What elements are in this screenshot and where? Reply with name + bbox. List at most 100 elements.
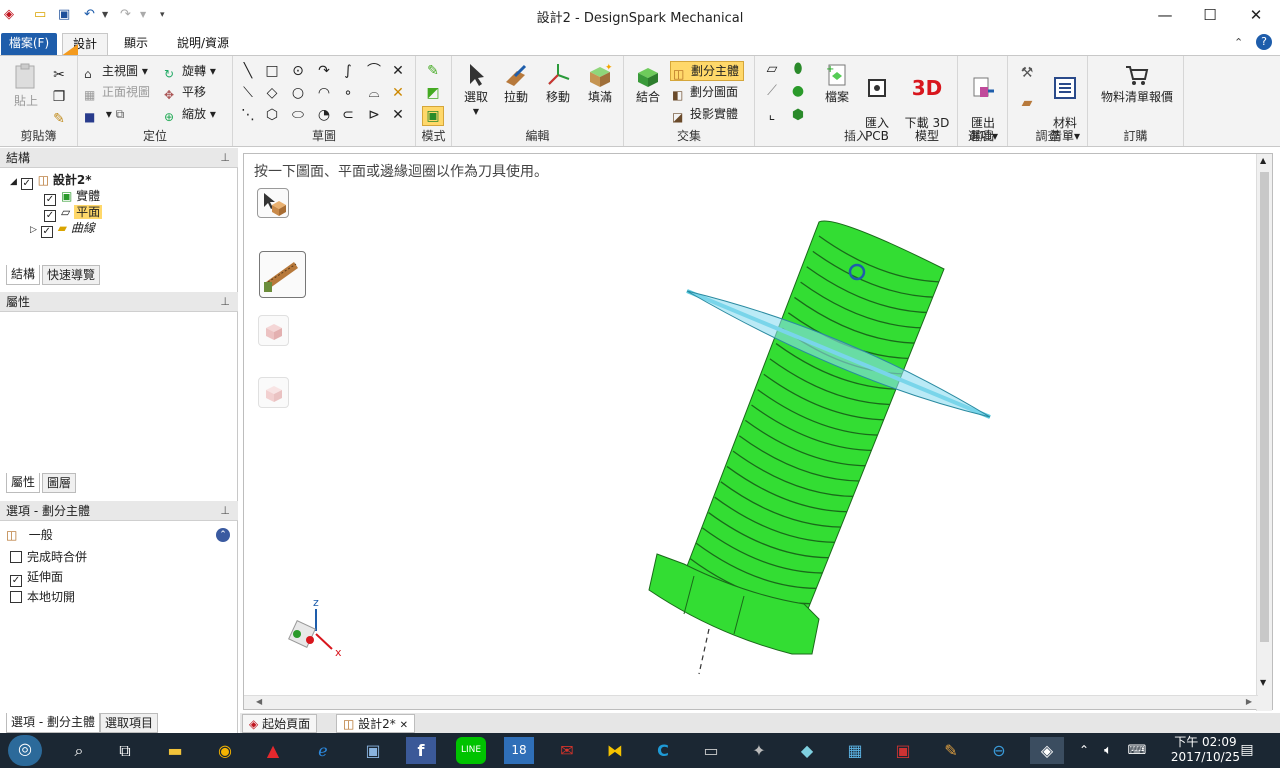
ie-icon[interactable]: ℯ bbox=[308, 737, 338, 764]
fillet-icon[interactable]: ◔ bbox=[315, 106, 333, 124]
cut-icon[interactable]: ✂ bbox=[50, 66, 68, 84]
three-point-circle-icon[interactable]: ○ bbox=[289, 84, 307, 102]
measure-icon[interactable]: ⚒ bbox=[1016, 64, 1038, 82]
polygon-tool-icon[interactable]: ⬡ bbox=[263, 106, 281, 124]
sketch-mode-icon[interactable]: ✎ bbox=[424, 62, 442, 80]
scroll-down-icon[interactable]: ▼ bbox=[1260, 678, 1266, 687]
collapse-icon[interactable]: ◢ bbox=[10, 177, 17, 187]
mass-icon[interactable]: ▰ bbox=[1016, 94, 1038, 112]
rotate-button[interactable]: ↻ 旋轉 ▾ bbox=[164, 62, 216, 81]
keyboard-icon[interactable]: ⌨ bbox=[1124, 737, 1150, 764]
select-button[interactable]: 選取 ▼ bbox=[458, 62, 494, 118]
merge-option[interactable]: 完成時合併 bbox=[10, 549, 87, 565]
spline-tool-icon[interactable]: ∫ bbox=[339, 62, 357, 80]
expand-icon[interactable]: ▷ bbox=[30, 225, 37, 235]
collapse-ribbon-icon[interactable]: ⌃ bbox=[1234, 36, 1243, 49]
puzzle-app-icon[interactable]: ✦ bbox=[744, 737, 774, 764]
tab-quick-nav[interactable]: 快速導覽 bbox=[42, 265, 101, 285]
clock[interactable]: 下午 02:09 2017/10/25 bbox=[1171, 735, 1240, 765]
pan-button[interactable]: ✥ 平移 bbox=[164, 83, 206, 102]
ellipse-tool-icon[interactable]: ⬭ bbox=[289, 106, 307, 124]
paste-button[interactable]: 貼上 bbox=[8, 62, 44, 108]
tab-start-page[interactable]: ◈ 起始頁面 bbox=[242, 714, 318, 733]
network-app-icon[interactable]: ▦ bbox=[840, 737, 870, 764]
split-body-button[interactable]: ◫ 劃分主體 bbox=[670, 61, 745, 81]
bom-quote-button[interactable]: 物料清單報價 bbox=[1092, 62, 1182, 104]
line-app-icon[interactable]: LINE bbox=[456, 737, 486, 764]
extend-icon[interactable]: ⊳ bbox=[365, 106, 383, 124]
section-mode-icon[interactable]: ◩ bbox=[424, 84, 442, 102]
copy-icon[interactable]: ❐ bbox=[50, 88, 68, 106]
search-icon[interactable]: ⌕ bbox=[64, 737, 94, 764]
designspark-taskbar-icon[interactable]: ◈ bbox=[1030, 737, 1064, 764]
start-button[interactable]: ◎ bbox=[8, 735, 42, 766]
tree-item-curves[interactable]: ▷ ✓ ▰ 曲線 bbox=[30, 220, 95, 238]
view-cube-button[interactable]: ■ ▾ ⧉ bbox=[84, 105, 124, 124]
facebook-icon[interactable]: f bbox=[406, 737, 436, 764]
move-button[interactable]: 移動 bbox=[540, 62, 576, 104]
minimize-button[interactable]: — bbox=[1142, 2, 1188, 28]
calendar-icon[interactable]: 18 bbox=[504, 737, 534, 764]
scroll-left-icon[interactable]: ◀ bbox=[256, 697, 262, 706]
plane-insert-icon[interactable]: ▱ bbox=[763, 60, 781, 78]
sphere-insert-icon[interactable]: ● bbox=[789, 82, 807, 100]
tangent-arc-icon[interactable]: ⌒ bbox=[365, 62, 383, 80]
tab-properties[interactable]: 屬性 bbox=[6, 473, 41, 493]
home-view-button[interactable]: ⌂ 主視圖 ▾ bbox=[84, 62, 148, 81]
rectangle-tool-icon[interactable]: □ bbox=[263, 62, 281, 80]
collapse-section-icon[interactable]: ⌃ bbox=[216, 528, 230, 542]
insert-file-button[interactable]: + 檔案 bbox=[819, 62, 855, 104]
tab-structure[interactable]: 結構 bbox=[6, 265, 41, 285]
python-icon[interactable]: ⧓ bbox=[600, 737, 630, 764]
viewport[interactable]: 按一下圖面、平面或邊緣迴圈以作為刀具使用。 z x ▲ ▼ ◀ ▶ bbox=[243, 153, 1273, 711]
scroll-up-icon[interactable]: ▲ bbox=[1260, 156, 1266, 165]
tray-overflow-icon[interactable]: ⌃ bbox=[1074, 737, 1094, 764]
dashed-line-icon[interactable]: ⋱ bbox=[239, 106, 257, 124]
local-option[interactable]: 本地切開 bbox=[10, 589, 75, 605]
scroll-thumb[interactable] bbox=[1260, 172, 1269, 642]
sweep-arc-icon[interactable]: ◠ bbox=[315, 84, 333, 102]
shell-insert-icon[interactable]: ⬢ bbox=[789, 106, 807, 124]
combine-button[interactable]: 結合 bbox=[630, 62, 666, 104]
zoom-button[interactable]: ⊕ 縮放 ▾ bbox=[164, 105, 216, 124]
help-icon[interactable]: ? bbox=[1256, 34, 1272, 50]
notifications-icon[interactable]: ▤ bbox=[1234, 737, 1260, 764]
3d-mode-icon[interactable]: ▣ bbox=[422, 106, 444, 126]
paint-icon[interactable]: ✎ bbox=[936, 737, 966, 764]
scroll-right-icon[interactable]: ▶ bbox=[1246, 697, 1252, 706]
chrome-icon[interactable]: ◉ bbox=[210, 737, 240, 764]
teamviewer-icon[interactable]: ⊖ bbox=[984, 737, 1014, 764]
pin-icon[interactable]: ⊥ bbox=[220, 148, 230, 168]
cylinder-insert-icon[interactable]: ⬮ bbox=[789, 60, 807, 78]
front-view-button[interactable]: ▦ 正面視圖 bbox=[84, 83, 150, 102]
mirror-icon[interactable]: ✕ bbox=[389, 106, 407, 124]
file-explorer-icon[interactable]: ▬ bbox=[160, 737, 190, 764]
pin-icon[interactable]: ⊥ bbox=[220, 501, 230, 521]
maximize-button[interactable]: ☐ bbox=[1187, 2, 1233, 28]
horizontal-scrollbar[interactable]: ◀ ▶ bbox=[244, 695, 1258, 709]
offset-icon[interactable]: ✕ bbox=[389, 84, 407, 102]
origin-insert-icon[interactable]: ⌞ bbox=[763, 106, 781, 124]
terminal-icon[interactable]: ▭ bbox=[696, 737, 726, 764]
close-tab-icon[interactable]: ✕ bbox=[400, 720, 408, 731]
tab-display[interactable]: 顯示 bbox=[116, 33, 156, 55]
media-app-icon[interactable]: ▣ bbox=[888, 737, 918, 764]
tab-file[interactable]: 檔案(F) bbox=[1, 33, 57, 55]
line-tool-icon[interactable]: ╲ bbox=[239, 62, 257, 80]
fill-button[interactable]: ✦ 填滿 bbox=[582, 62, 618, 104]
arc-tool-icon[interactable]: ↷ bbox=[315, 62, 333, 80]
format-painter-icon[interactable]: ✎ bbox=[50, 110, 68, 128]
root-checkbox[interactable]: ✓ bbox=[20, 178, 33, 190]
tab-help[interactable]: 說明/資源 bbox=[168, 33, 238, 55]
volume-icon[interactable]: 🔈︎ bbox=[1096, 737, 1120, 764]
pdf-reader-icon[interactable]: ▲ bbox=[258, 737, 288, 764]
pin-icon[interactable]: ⊥ bbox=[220, 292, 230, 312]
curves-checkbox[interactable]: ✓ bbox=[40, 226, 53, 238]
remote-desktop-icon[interactable]: ▣ bbox=[358, 737, 388, 764]
three-point-rect-icon[interactable]: ◇ bbox=[263, 84, 281, 102]
axis-insert-icon[interactable]: ⟋ bbox=[763, 82, 781, 100]
notes-app-icon[interactable]: ◆ bbox=[792, 737, 822, 764]
point-tool-icon[interactable]: ∘ bbox=[339, 84, 357, 102]
pull-button[interactable]: 拉動 bbox=[498, 62, 534, 104]
merge-checkbox[interactable] bbox=[10, 551, 22, 563]
